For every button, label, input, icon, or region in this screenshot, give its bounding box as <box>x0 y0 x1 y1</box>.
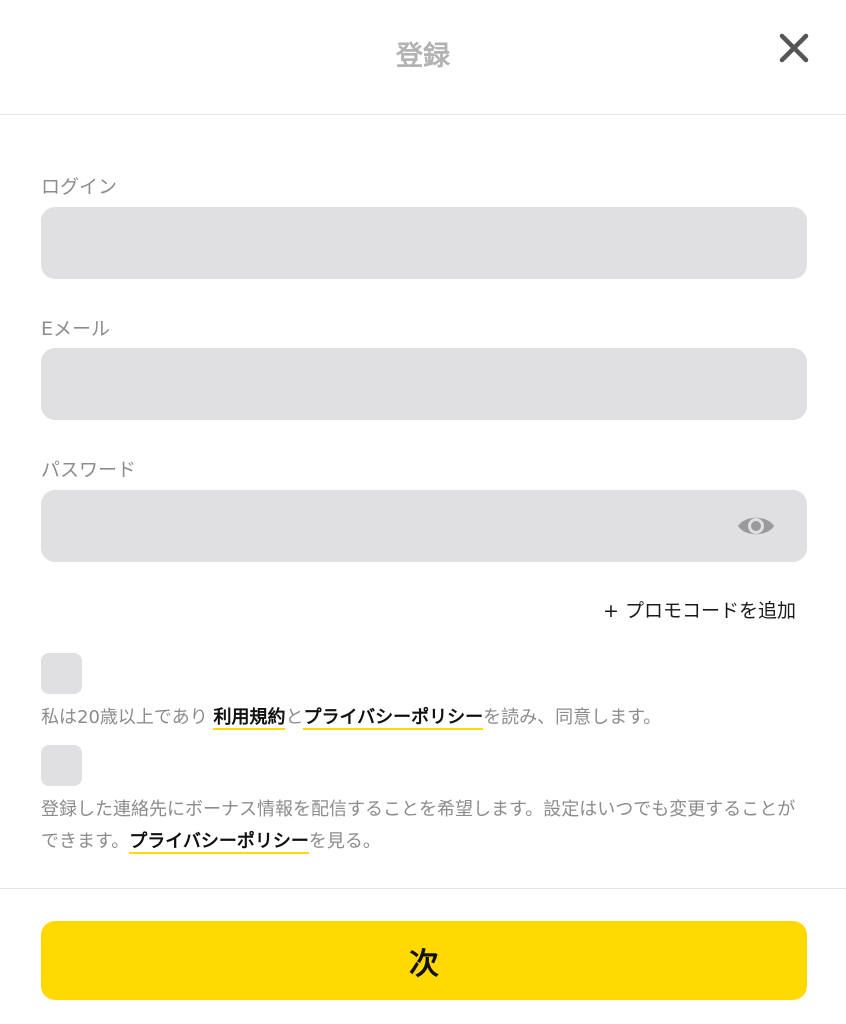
footer-divider <box>0 888 846 889</box>
next-button[interactable]: 次 <box>41 921 807 1000</box>
eye-icon <box>738 517 774 535</box>
privacy-policy-link[interactable]: プライバシーポリシー <box>303 707 484 730</box>
privacy-policy-link-2[interactable]: プライバシーポリシー <box>129 831 309 854</box>
age-consent-text-after: を読み、同意します。 <box>483 707 662 728</box>
terms-link[interactable]: 利用規約 <box>213 707 286 730</box>
age-consent-checkbox[interactable] <box>41 653 82 694</box>
password-visibility-toggle[interactable] <box>736 506 776 546</box>
login-input[interactable] <box>41 207 807 279</box>
login-label: ログイン <box>41 176 118 198</box>
age-consent-text: 私は20歳以上であり 利用規約とプライバシーポリシーを読み、同意します。 <box>41 702 811 734</box>
email-label: Eメール <box>41 318 111 340</box>
close-icon <box>779 33 809 63</box>
email-input[interactable] <box>41 348 807 420</box>
marketing-consent-text: 登録した連絡先にボーナス情報を配信することを希望します。設定はいつでも変更するこ… <box>41 794 811 858</box>
add-promo-code-link[interactable]: + プロモコードを追加 <box>603 596 796 623</box>
marketing-consent-text-after: を見る。 <box>308 831 381 852</box>
modal-header: 登録 <box>0 0 846 115</box>
password-label: パスワード <box>41 459 137 481</box>
page-title: 登録 <box>396 41 450 72</box>
marketing-consent-checkbox[interactable] <box>41 745 82 786</box>
password-input[interactable] <box>41 490 807 562</box>
age-consent-text-before: 私は20歳以上であり <box>41 707 214 728</box>
age-consent-text-and: と <box>285 707 304 728</box>
close-button[interactable] <box>776 30 812 66</box>
